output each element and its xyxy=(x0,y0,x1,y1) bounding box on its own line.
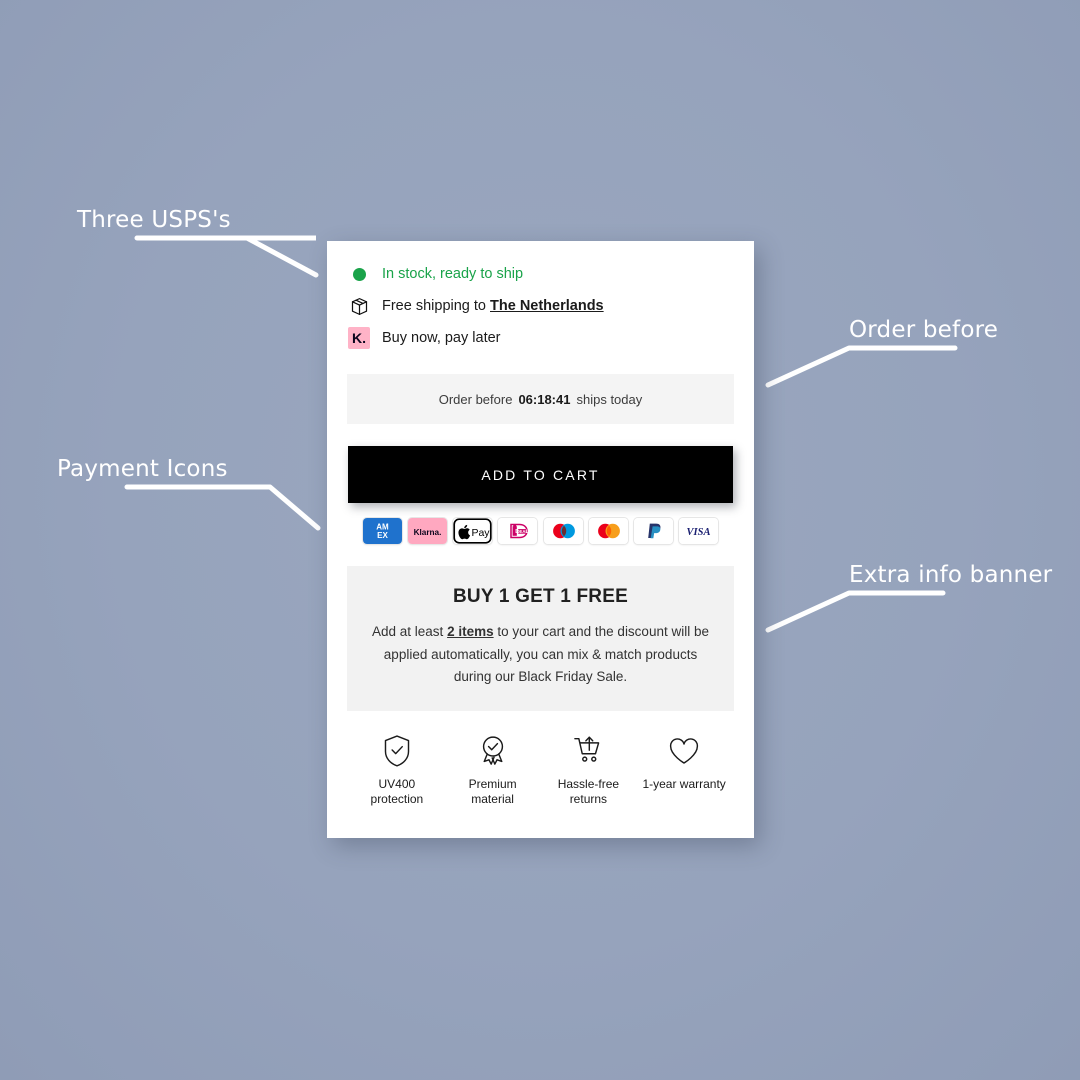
usp-free-shipping-label: Free shipping to The Netherlands xyxy=(382,298,604,314)
annotation-payment-icons: Payment Icons xyxy=(57,456,228,482)
svg-text:Klarna.: Klarna. xyxy=(414,528,442,537)
payment-icons-row: AM EX Klarna. Pay DEAL VISA xyxy=(327,503,754,544)
annotation-extra-info-banner: Extra info banner xyxy=(849,562,1053,588)
order-before-suffix: ships today xyxy=(576,391,643,407)
shield-check-icon xyxy=(381,733,413,769)
green-dot-icon xyxy=(347,262,371,286)
usp-row-in-stock: In stock, ready to ship xyxy=(347,258,734,290)
klarna-icon: K. xyxy=(347,326,371,350)
order-before-countdown: 06:18:41 xyxy=(518,391,571,407)
usp-list: In stock, ready to ship Free shipping to… xyxy=(327,241,754,368)
payment-icon-maestro[interactable] xyxy=(543,518,583,544)
annotation-three-usps: Three USPS's xyxy=(77,207,231,233)
add-to-cart-button[interactable]: ADD TO CART xyxy=(348,446,733,503)
trust-label-line1: Hassle-free xyxy=(557,776,620,791)
usp-row-buy-now-pay-later: K. Buy now, pay later xyxy=(347,322,734,354)
trust-badge-warranty-label: 1-year warranty xyxy=(642,776,726,791)
award-check-icon xyxy=(477,733,509,769)
promo-body-highlight[interactable]: 2 items xyxy=(447,624,494,639)
annotation-order-before: Order before xyxy=(849,317,999,343)
usp-free-shipping-prefix: Free shipping to xyxy=(382,298,491,314)
cart-return-icon xyxy=(571,733,605,769)
usp-buy-now-pay-later-label: Buy now, pay later xyxy=(382,330,501,346)
payment-icon-paypal[interactable] xyxy=(633,518,673,544)
order-before-banner: Order before 06:18:41 ships today xyxy=(347,374,734,424)
klarna-mark: K. xyxy=(348,327,370,349)
payment-icon-amex[interactable]: AM EX xyxy=(363,518,402,544)
trust-badge-uv400-label: UV400 protection xyxy=(371,777,424,808)
payment-icon-apple-pay[interactable]: Pay xyxy=(453,518,493,544)
trust-label-line2: returns xyxy=(569,791,608,806)
trust-badge-returns-label: Hassle-free returns xyxy=(558,777,619,808)
trust-label-line1: UV400 xyxy=(378,776,416,791)
order-before-prefix: Order before xyxy=(438,391,513,407)
trust-badge-warranty: 1-year warranty xyxy=(636,733,732,808)
trust-badge-hassle-free-returns: Hassle-free returns xyxy=(541,733,637,808)
package-box-icon xyxy=(347,294,371,318)
svg-text:VISA: VISA xyxy=(687,527,711,538)
payment-icon-visa[interactable]: VISA xyxy=(678,518,718,544)
trust-label-line2: protection xyxy=(370,791,424,806)
trust-badge-premium-label: Premium material xyxy=(469,777,517,808)
trust-badge-premium-material: Premium material xyxy=(445,733,541,808)
usp-free-shipping-country[interactable]: The Netherlands xyxy=(490,298,604,314)
product-purchase-card: In stock, ready to ship Free shipping to… xyxy=(327,241,754,838)
trust-badges-row: UV400 protection Premium material Hassle… xyxy=(327,711,754,828)
payment-icon-ideal[interactable]: DEAL DEAL xyxy=(498,518,538,544)
promo-body: Add at least 2 items to your cart and th… xyxy=(369,621,712,689)
add-to-cart-wrapper: ADD TO CART xyxy=(327,424,754,503)
svg-text:DEAL: DEAL xyxy=(517,529,529,534)
svg-text:EX: EX xyxy=(377,531,388,540)
promo-body-prefix: Add at least xyxy=(372,624,448,639)
usp-in-stock-label: In stock, ready to ship xyxy=(382,266,524,282)
extra-info-banner: BUY 1 GET 1 FREE Add at least 2 items to… xyxy=(347,566,734,711)
payment-icon-mastercard[interactable] xyxy=(588,518,628,544)
payment-icon-klarna[interactable]: Klarna. xyxy=(408,518,448,544)
trust-badge-uv400: UV400 protection xyxy=(349,733,445,808)
promo-title: BUY 1 GET 1 FREE xyxy=(453,586,628,607)
trust-label-line1: Premium xyxy=(468,776,517,791)
heart-icon xyxy=(667,733,701,769)
svg-text:Pay: Pay xyxy=(472,527,491,539)
trust-label-line2: material xyxy=(471,791,514,806)
usp-row-free-shipping: Free shipping to The Netherlands xyxy=(347,290,734,322)
